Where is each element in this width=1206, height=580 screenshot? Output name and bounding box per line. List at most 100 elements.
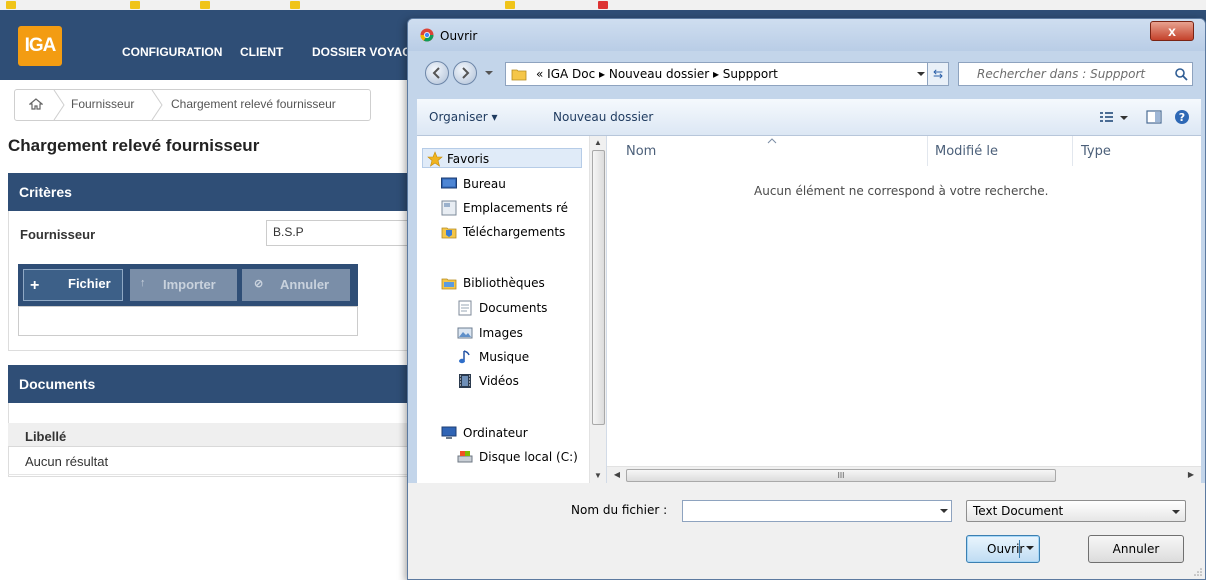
- cancel-button[interactable]: Annuler: [1088, 535, 1184, 563]
- tree-item-favorites[interactable]: Favoris: [422, 148, 582, 168]
- nav-client[interactable]: CLIENT: [240, 45, 283, 59]
- music-icon: [459, 350, 470, 364]
- upload-toolbar: + Fichier ↑ Importer ⊘ Annuler: [18, 264, 358, 306]
- cancel-icon: ⊘: [254, 278, 264, 290]
- bookmarks-bar: [0, 0, 1206, 10]
- cancel-upload-button[interactable]: ⊘ Annuler: [242, 269, 350, 301]
- empty-result-message: Aucun élément ne correspond à votre rech…: [754, 184, 1049, 198]
- forward-arrow-icon: [462, 67, 470, 79]
- forward-button[interactable]: [453, 61, 477, 85]
- column-header-type[interactable]: Type: [1081, 144, 1111, 159]
- bookmark-icon[interactable]: [130, 1, 140, 9]
- back-button[interactable]: [425, 61, 449, 85]
- file-button[interactable]: + Fichier: [23, 269, 123, 301]
- address-path[interactable]: « IGA Doc ▸ Nouveau dossier ▸ Suppport: [536, 67, 778, 81]
- open-button-divider: [1019, 540, 1020, 558]
- preview-pane-icon[interactable]: [1145, 109, 1163, 125]
- address-dropdown-icon[interactable]: [915, 68, 927, 80]
- column-divider[interactable]: [927, 136, 928, 166]
- new-folder-button[interactable]: Nouveau dossier: [553, 110, 653, 124]
- videos-icon: [459, 374, 471, 388]
- dialog-title-bar[interactable]: Ouvrir x: [408, 19, 1205, 51]
- drive-icon: [457, 451, 473, 463]
- nav-configuration[interactable]: CONFIGURATION: [122, 45, 222, 59]
- search-placeholder: Rechercher dans : Suppport: [977, 67, 1146, 81]
- open-file-dialog: Ouvrir x « IGA Doc ▸ Nouveau dossier ▸ S…: [407, 18, 1206, 580]
- import-button[interactable]: ↑ Importer: [130, 269, 237, 301]
- scroll-left-arrow-icon[interactable]: ◀: [611, 470, 623, 480]
- search-icon[interactable]: [1174, 67, 1188, 81]
- open-button[interactable]: Ouvrir: [966, 535, 1040, 563]
- recent-locations-dropdown-icon[interactable]: [481, 65, 497, 81]
- dialog-footer: Nom du fichier : Text Document Ouvrir An…: [408, 483, 1205, 579]
- navigation-pane: Favoris Bureau Emplacements ré Télécharg…: [417, 136, 607, 483]
- scroll-up-arrow-icon[interactable]: ▲: [592, 138, 604, 148]
- file-type-select[interactable]: Text Document: [966, 500, 1186, 522]
- tree-item-label: Emplacements ré: [463, 201, 569, 215]
- horizontal-scrollbar-thumb[interactable]: III: [626, 469, 1056, 482]
- computer-icon: [441, 426, 457, 439]
- file-drop-area[interactable]: [18, 306, 358, 336]
- libraries-icon: [441, 278, 457, 290]
- documents-empty-row: Aucun résultat: [8, 447, 408, 475]
- breadcrumb: Fournisseur Chargement relevé fournisseu…: [14, 89, 371, 121]
- chrome-icon: [420, 28, 434, 42]
- close-button[interactable]: x: [1150, 21, 1194, 41]
- supplier-label: Fournisseur: [20, 227, 96, 242]
- organize-menu[interactable]: Organiser ▾: [429, 110, 497, 124]
- bookmark-icon[interactable]: [598, 1, 608, 9]
- iga-logo[interactable]: IGA: [18, 26, 62, 66]
- bookmark-icon[interactable]: [200, 1, 210, 9]
- file-type-value: Text Document: [973, 504, 1064, 518]
- tree-item-label: Ordinateur: [463, 426, 528, 440]
- dialog-toolbar: Organiser ▾ Nouveau dossier ?: [417, 99, 1201, 136]
- tree-item-label: Bureau: [463, 177, 506, 191]
- star-icon: [427, 151, 443, 167]
- home-icon[interactable]: [29, 97, 43, 111]
- bookmark-icon[interactable]: [290, 1, 300, 9]
- tree-item-label: Téléchargements: [463, 225, 566, 239]
- resize-grip-icon[interactable]: [1193, 567, 1203, 577]
- documents-icon: [458, 300, 472, 316]
- downloads-folder-icon: [441, 227, 457, 239]
- refresh-button[interactable]: ⇆: [927, 62, 949, 86]
- supplier-field[interactable]: B.S.P: [266, 220, 411, 246]
- view-dropdown-icon[interactable]: [1119, 109, 1129, 125]
- file-type-dropdown-icon: [1172, 510, 1180, 514]
- folder-icon: [511, 69, 527, 81]
- tree-item-label: Favoris: [447, 152, 490, 166]
- desktop-icon: [441, 177, 457, 189]
- tree-item-label: Documents: [479, 301, 548, 315]
- cancel-upload-label: Annuler: [280, 277, 330, 292]
- breadcrumb-current[interactable]: Chargement relevé fournisseur: [171, 97, 336, 111]
- view-options-icon[interactable]: [1099, 109, 1117, 125]
- filename-input[interactable]: [682, 500, 952, 522]
- filename-label: Nom du fichier :: [571, 503, 668, 517]
- address-bar[interactable]: « IGA Doc ▸ Nouveau dossier ▸ Suppport: [505, 62, 945, 86]
- column-header-name[interactable]: Nom: [626, 144, 656, 159]
- sort-ascending-icon: [767, 138, 777, 144]
- open-options-dropdown-icon[interactable]: [1025, 543, 1035, 553]
- plus-icon: +: [30, 277, 40, 294]
- recent-places-icon: [441, 200, 457, 216]
- navigation-scrollbar-thumb[interactable]: [592, 150, 605, 425]
- column-header-modified[interactable]: Modifié le: [935, 144, 998, 159]
- breadcrumb-separator-icon: [151, 90, 163, 120]
- navigation-scrollbar[interactable]: ▲ ▼: [589, 136, 606, 483]
- file-list-horizontal-scrollbar[interactable]: ◀ III ▶: [607, 466, 1201, 483]
- bookmark-icon[interactable]: [505, 1, 515, 9]
- breadcrumb-separator-icon: [53, 90, 65, 120]
- nav-dossier-voyage[interactable]: DOSSIER VOYAG: [312, 45, 412, 59]
- bookmark-icon[interactable]: [6, 1, 16, 9]
- back-arrow-icon: [432, 67, 440, 79]
- help-icon[interactable]: ?: [1173, 109, 1191, 125]
- documents-column-libelle[interactable]: Libellé: [8, 423, 408, 447]
- upload-icon: ↑: [140, 277, 146, 289]
- search-input[interactable]: Rechercher dans : Suppport: [958, 62, 1193, 86]
- scroll-down-arrow-icon[interactable]: ▼: [592, 471, 604, 481]
- column-divider[interactable]: [1072, 136, 1073, 166]
- filename-dropdown-icon[interactable]: [938, 505, 950, 517]
- tree-item-label: Vidéos: [479, 374, 519, 388]
- scroll-right-arrow-icon[interactable]: ▶: [1185, 470, 1197, 480]
- breadcrumb-fournisseur[interactable]: Fournisseur: [71, 97, 134, 111]
